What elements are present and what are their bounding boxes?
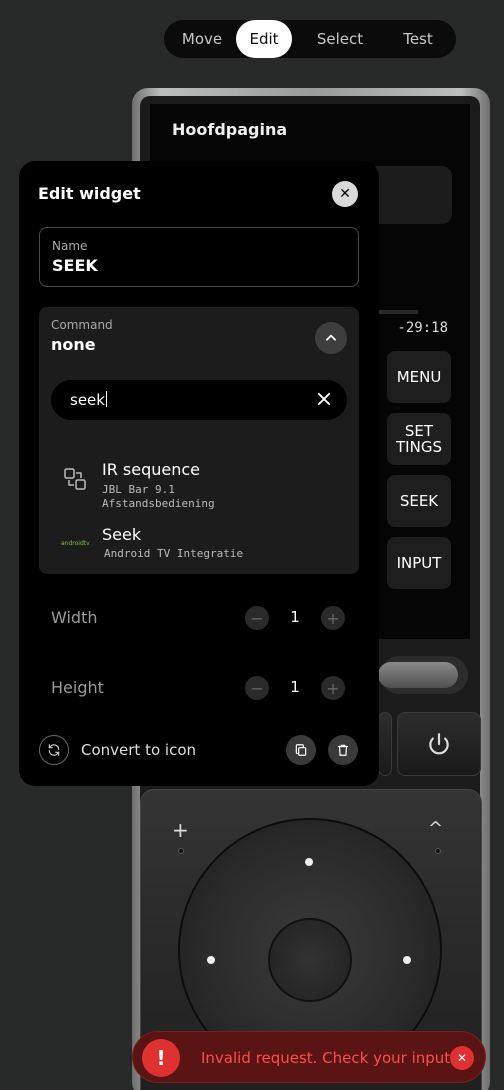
dpad-ok-button[interactable] xyxy=(268,918,352,1002)
height-increase-button[interactable]: + xyxy=(321,676,345,700)
result-subtitle: JBL Bar 9.1 Afstandsbediening xyxy=(102,483,215,511)
name-label: Name xyxy=(52,239,88,253)
close-button[interactable]: ✕ xyxy=(332,181,358,207)
screen-time: -29:18 xyxy=(397,320,448,336)
plus-icon: + xyxy=(326,678,340,698)
name-field[interactable]: Name SEEK xyxy=(39,227,359,287)
minus-icon: − xyxy=(250,678,264,698)
settings-button[interactable]: SET TINGS xyxy=(387,413,451,465)
screen-page-title: Hoofdpagina xyxy=(172,120,288,139)
height-label: Height xyxy=(51,678,104,697)
power-icon xyxy=(429,733,449,755)
mode-switcher: Move Edit Select Test xyxy=(164,20,456,58)
search-value: seek xyxy=(70,391,105,409)
duplicate-button[interactable] xyxy=(286,735,316,765)
clear-icon[interactable] xyxy=(315,390,333,408)
mode-move-tab[interactable]: Move xyxy=(168,20,236,58)
copy-icon xyxy=(295,744,307,756)
dpad-right-dot xyxy=(403,956,411,964)
text-cursor xyxy=(105,391,107,407)
error-icon: ! xyxy=(142,1039,180,1077)
trash-icon xyxy=(337,744,349,756)
width-row: Width − 1 + xyxy=(39,598,359,638)
chevron-up-icon xyxy=(326,334,336,341)
hardware-button[interactable] xyxy=(378,712,392,776)
command-search-input[interactable]: seek xyxy=(51,380,347,420)
width-increase-button[interactable]: + xyxy=(321,606,345,630)
result-category: Afstandsbediening xyxy=(102,497,215,510)
width-value: 1 xyxy=(290,608,300,626)
result-name: Seek xyxy=(102,525,142,544)
delete-button[interactable] xyxy=(328,735,358,765)
indicator-dot xyxy=(435,848,441,854)
command-value: none xyxy=(51,335,96,354)
result-name: IR sequence xyxy=(102,460,201,479)
close-icon: ✕ xyxy=(456,1051,468,1065)
height-row: Height − 1 + xyxy=(39,668,359,708)
name-value: SEEK xyxy=(52,256,98,275)
search-result-item[interactable]: IR sequence JBL Bar 9.1 Afstandsbedienin… xyxy=(39,453,359,519)
height-value: 1 xyxy=(290,678,300,696)
command-label: Command xyxy=(51,318,113,332)
search-text: seek xyxy=(70,391,107,409)
minus-icon: − xyxy=(250,608,264,628)
settings-label-1: SET TINGS xyxy=(396,421,442,456)
dpad-left-dot xyxy=(207,956,215,964)
width-decrease-button[interactable]: − xyxy=(245,606,269,630)
convert-row: Convert to icon xyxy=(39,735,359,765)
error-toast: ! Invalid request. Check your input. ✕ xyxy=(132,1031,486,1083)
panel-title: Edit widget xyxy=(38,184,141,203)
command-dropdown: Command none seek IR sequence JBL Bar 9.… xyxy=(39,307,359,574)
close-icon: ✕ xyxy=(339,186,351,202)
plus-icon: + xyxy=(326,608,340,628)
chevron-up-icon[interactable]: ^ xyxy=(428,818,443,839)
height-decrease-button[interactable]: − xyxy=(245,676,269,700)
toast-message: Invalid request. Check your input. xyxy=(201,1049,455,1067)
volume-slider-knob[interactable] xyxy=(378,662,458,688)
mode-edit-tab[interactable]: Edit xyxy=(236,20,292,58)
power-button[interactable] xyxy=(397,712,481,776)
convert-to-icon-label[interactable]: Convert to icon xyxy=(81,741,196,759)
mode-select-tab[interactable]: Select xyxy=(292,20,388,58)
result-subtitle: Android TV Integratie xyxy=(104,547,244,560)
search-result-item[interactable]: androidtv Seek Android TV Integratie xyxy=(39,525,359,565)
dpad-up-dot xyxy=(305,858,313,866)
toast-close-button[interactable]: ✕ xyxy=(450,1046,474,1070)
width-label: Width xyxy=(51,608,98,627)
plus-icon[interactable]: + xyxy=(172,818,189,842)
result-device: JBL Bar 9.1 xyxy=(102,483,175,496)
ir-sequence-icon xyxy=(64,468,86,490)
convert-to-icon-button[interactable] xyxy=(39,735,69,765)
androidtv-logo: androidtv xyxy=(61,540,90,547)
input-button[interactable]: INPUT xyxy=(387,537,451,589)
collapse-button[interactable] xyxy=(315,322,347,354)
refresh-icon xyxy=(48,744,60,756)
seek-button[interactable]: SEEK xyxy=(387,475,451,527)
menu-button[interactable]: MENU xyxy=(387,351,451,403)
edit-widget-panel: Edit widget ✕ Name SEEK Command none see… xyxy=(19,161,379,786)
mode-test-tab[interactable]: Test xyxy=(388,20,448,58)
indicator-dot xyxy=(178,848,184,854)
